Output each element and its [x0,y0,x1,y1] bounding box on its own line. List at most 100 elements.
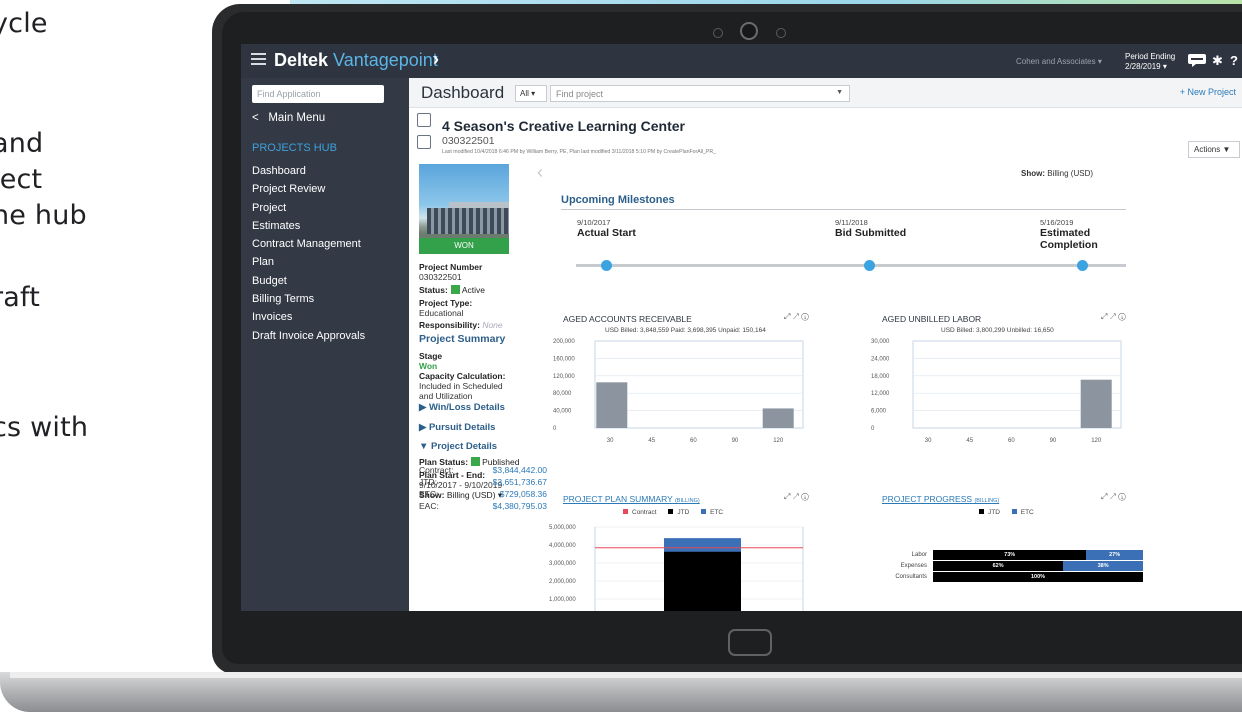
side-text-line: raft [0,282,41,313]
grid-view-icon[interactable] [417,135,431,149]
main-area: Dashboard All ▾ Find project ▼ + New Pro… [409,78,1242,611]
progress-bar-jtd: 62% [933,561,1064,571]
find-project-input[interactable]: Find project ▼ [550,85,850,102]
aged-unbilled-summary: USD Billed: 3,800,299 Unbilled: 16,650 [941,327,1054,334]
hamburger-menu-icon[interactable] [251,53,266,65]
actions-button[interactable]: Actions ▼ [1188,141,1240,158]
contract-label: Contract: [419,465,454,475]
find-application-input[interactable]: Find Application [252,85,384,103]
period-selector[interactable]: Period Ending 2/28/2019 ▾ [1125,52,1175,72]
milestones-title: Upcoming Milestones [561,194,675,206]
brand-product: Vantagepoint [333,50,438,70]
y-tick-label: 4,000,000 [549,543,576,549]
sidebar-item-plan[interactable]: Plan [241,253,409,271]
milestone-name-line2: Completion [1040,239,1098,251]
aged-ar-title: AGED ACCOUNTS RECEIVABLE [563,314,692,324]
project-photo: WON [419,164,509,254]
help-icon[interactable]: ? [1230,53,1238,68]
milestone-date: 9/10/2017 [577,218,611,227]
y-tick-label: 40,000 [553,409,572,415]
hub-title: PROJECTS HUB [252,142,337,154]
dashboard-bar: Dashboard All ▾ Find project ▼ + New Pro… [409,78,1242,108]
sidebar: Find Application < Main Menu PROJECTS HU… [241,78,409,611]
milestone-name: Actual Start [577,227,636,239]
aged-unbilled-title: AGED UNBILLED LABOR [882,314,982,324]
status-row: Status: Active [419,285,519,295]
page-title: Dashboard [421,83,505,102]
side-text-line: ject [0,164,43,195]
responsibility-row: Responsibility: None [419,320,519,330]
project-header: 4 Season's Creative Learning Center 0303… [409,108,1242,160]
chevron-right-icon[interactable]: › [433,49,439,70]
app-screen: Deltek Vantagepoint › Cohen and Associat… [241,44,1242,611]
main-menu-link[interactable]: < Main Menu [252,112,325,124]
sidebar-item-dashboard[interactable]: Dashboard [241,162,409,180]
y-tick-label: 0 [553,426,557,432]
plan-summary-chart: 5,000,000 4,000,000 3,000,000 2,000,000 1,00… [549,525,804,611]
bar [762,408,794,428]
sidebar-item-invoices[interactable]: Invoices [241,308,409,326]
list-view-icon[interactable] [417,113,431,127]
project-details-toggle[interactable]: ▼ Project Details [419,441,519,452]
period-label: Period Ending [1125,52,1176,61]
company-selector[interactable]: Cohen and Associates ▾ [1016,57,1102,66]
new-project-button[interactable]: + New Project [1180,87,1236,97]
bar [596,382,628,428]
capacity-value-1: Included in Scheduled [419,381,503,391]
x-tick-label: 30 [607,438,614,444]
plan-legend: Contract JTD ETC [613,509,723,516]
sidebar-item-project-review[interactable]: Project Review [241,180,409,198]
panel-actions-icons[interactable]: ⤢ ↗ ⓘ [784,492,809,502]
sidebar-item-estimates[interactable]: Estimates [241,217,409,235]
sidebar-item-draft-invoice-approvals[interactable]: Draft Invoice Approvals [241,327,409,345]
progress-row-label: Consultants [895,574,927,580]
project-type-label: Project Type: [419,298,473,308]
show-selector[interactable]: Show: Billing (USD) [1021,169,1093,178]
etc-value: $729,058.36 [499,489,547,499]
project-type-value: Educational [419,308,464,318]
win-loss-details-toggle[interactable]: ▶ Win/Loss Details [419,402,519,413]
milestone-date: 5/16/2019 [1040,218,1074,227]
sidebar-item-budget[interactable]: Budget [241,272,409,290]
panel-actions-icons[interactable]: ⤢ ↗ ⓘ [1101,492,1126,502]
y-tick-label: 5,000,000 [549,525,576,531]
panel-actions-icons[interactable]: ⤢ ↗ ⓘ [784,312,809,322]
side-text-line: cs with [0,412,89,443]
sidebar-item-project[interactable]: Project [241,199,409,217]
y-tick-label: 12,000 [871,391,890,397]
stage-label: Stage [419,351,443,361]
jtd-row: JTD: $3,651,736.67 [419,477,547,487]
milestones-divider [561,209,1126,210]
plan-summary-title[interactable]: PROJECT PLAN SUMMARY (BILLING) [563,494,700,504]
show-value: Billing (USD) [1047,169,1094,178]
chat-icon[interactable] [1188,54,1206,70]
project-progress-title[interactable]: PROJECT PROGRESS (BILLING) [882,494,999,504]
app-brand[interactable]: Deltek Vantagepoint [274,50,438,71]
progress-row-label: Labor [911,552,927,558]
timeline-dot[interactable] [864,260,875,271]
aged-unbilled-chart: 30,000 24,000 18,000 12,000 6,000 0 30 45 60 90 12… [871,339,1122,444]
progress-bar-etc: 27% [1086,550,1143,560]
pursuit-details-toggle[interactable]: ▶ Pursuit Details [419,422,519,433]
contract-value: $3,844,442.00 [492,465,547,475]
timeline-dot[interactable] [601,260,612,271]
x-tick-label: 45 [966,438,973,444]
gear-icon[interactable]: ✱ [1212,53,1223,69]
legend-label: JTD [988,509,1000,516]
sidebar-item-billing-terms[interactable]: Billing Terms [241,290,409,308]
filter-select[interactable]: All ▾ [515,85,547,102]
home-button [728,629,772,656]
y-tick-label: 18,000 [871,374,890,380]
stage-value: Won [419,361,438,371]
sidebar-item-contract-management[interactable]: Contract Management [241,235,409,253]
brand-name: Deltek [274,50,329,70]
bar-jtd [664,551,741,611]
sensor-dot [713,28,723,38]
timeline-dot[interactable] [1077,260,1088,271]
y-tick-label: 160,000 [553,356,575,362]
milestone-name: Estimated [1040,227,1091,239]
y-tick-label: 120,000 [553,374,575,380]
panel-actions-icons[interactable]: ⤢ ↗ ⓘ [1101,312,1126,322]
plan-summary-title-text: PROJECT PLAN SUMMARY [563,494,673,504]
chevron-left-icon[interactable]: ‹ [537,162,543,183]
